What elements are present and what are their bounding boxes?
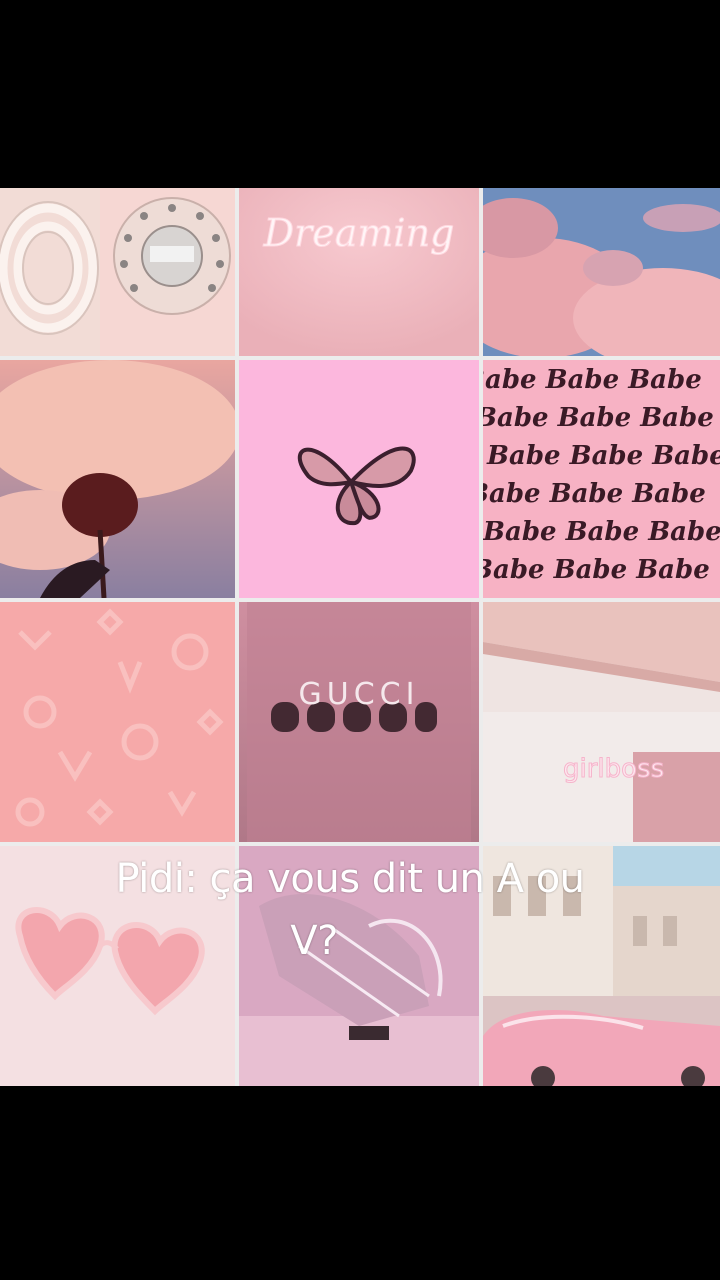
svg-text:Babe Babe Babe: Babe Babe Babe (483, 479, 706, 509)
caption-overlay: Pidi: ça vous dit un A ou V? (0, 848, 720, 972)
gucci-text: GUCCI (299, 677, 420, 712)
svg-text:Babe Babe Babe: Babe Babe Babe (483, 403, 714, 433)
svg-text:Babe Babe Babe: Babe Babe Babe (483, 555, 710, 585)
neon-dreaming-text: Dreaming (263, 211, 455, 255)
caption-line-2: V? (290, 918, 338, 964)
babe-pattern-photo: Babe Babe Babe Babe Babe Babe Babe Babe … (483, 360, 720, 598)
svg-text:Babe Babe Babe: Babe Babe Babe (486, 441, 720, 471)
pink-clouds-sky-photo (483, 188, 720, 356)
gucci-sign-photo: GUCCI (239, 602, 479, 842)
girlboss-text: girlboss (563, 754, 664, 784)
svg-text:Babe Babe Babe: Babe Babe Babe (483, 517, 720, 547)
rose-silhouette-photo (0, 360, 235, 598)
svg-text:Babe Babe Babe: Babe Babe Babe (483, 365, 702, 395)
caption-line-1: Pidi: ça vous dit un A ou (115, 856, 585, 902)
butterfly-photo (239, 360, 479, 598)
girlboss-neon-room-photo: girlboss (483, 602, 720, 842)
neon-sign-photo: Dreaming (239, 188, 479, 356)
rotary-phone-photo (0, 188, 235, 356)
embossed-monogram-photo (0, 602, 235, 842)
